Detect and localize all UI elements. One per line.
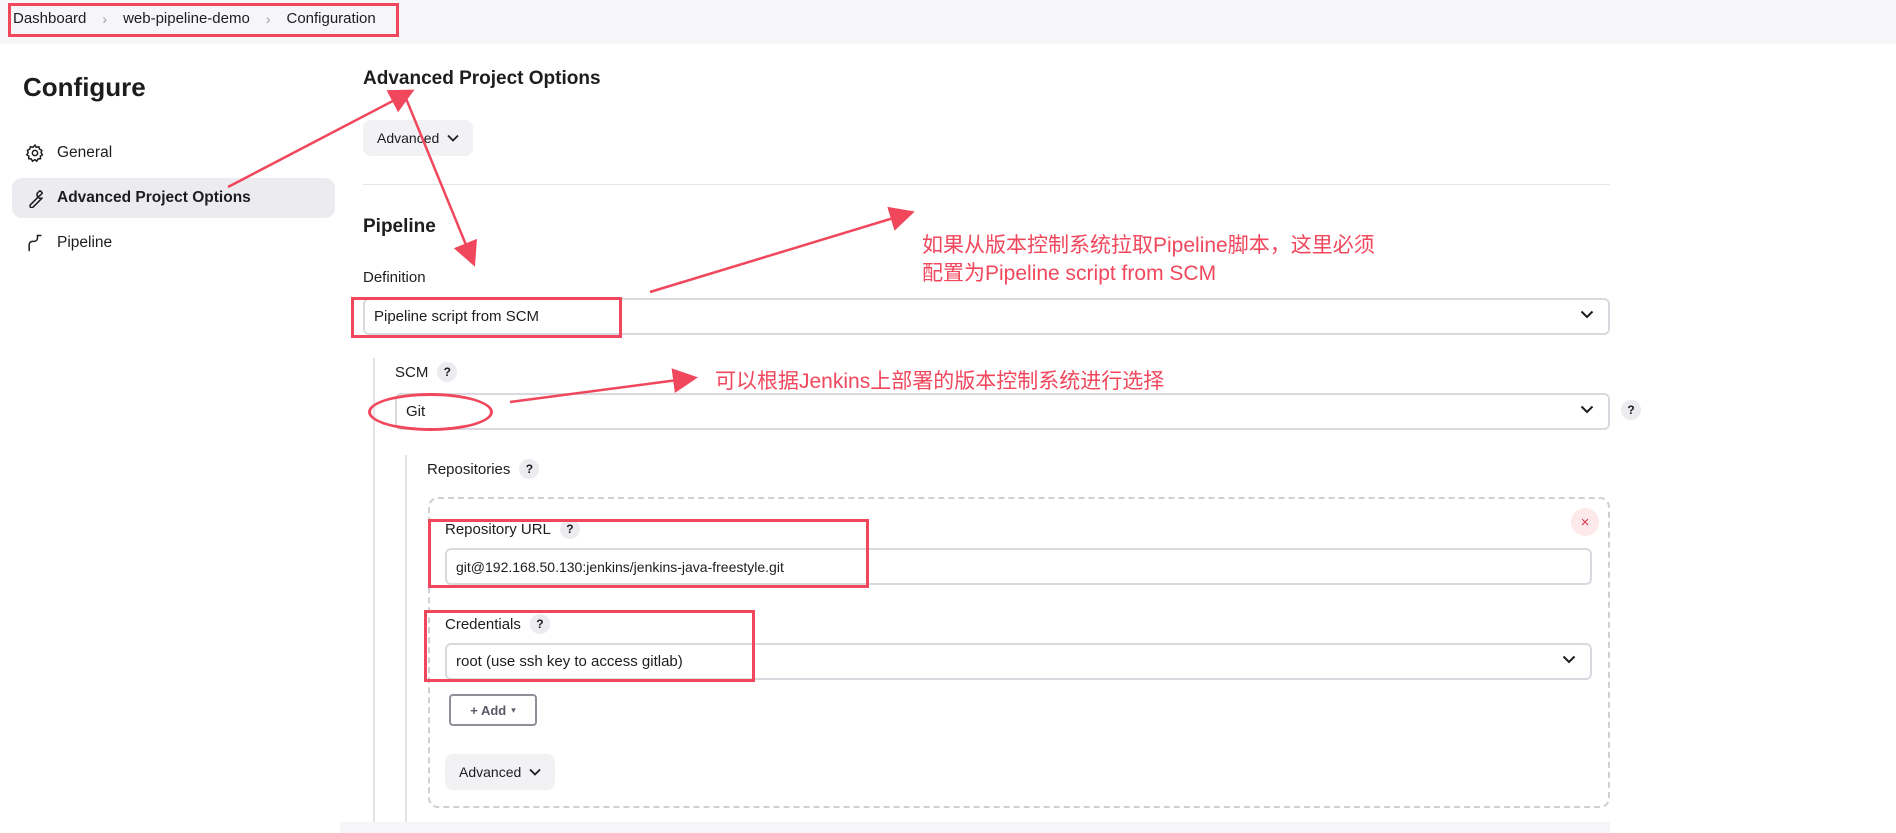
annotation-note-line: 配置为Pipeline script from SCM bbox=[922, 262, 1217, 285]
arrow-definition-to-note bbox=[649, 206, 915, 294]
annotation-note-scm: 可以根据Jenkins上部署的版本控制系统进行选择 bbox=[715, 370, 1165, 393]
annotation-note-definition: 如果从版本控制系统拉取Pipeline脚本，这里必须 配置为Pipeline s… bbox=[922, 232, 1375, 288]
annotation-note-line: 如果从版本控制系统拉取Pipeline脚本，这里必须 bbox=[922, 234, 1375, 257]
annotation-arrows bbox=[227, 89, 915, 404]
arrow-scm-to-note bbox=[509, 368, 698, 404]
arrow-heading-to-definition bbox=[403, 95, 477, 267]
arrow-sidebar-to-heading bbox=[227, 89, 415, 189]
